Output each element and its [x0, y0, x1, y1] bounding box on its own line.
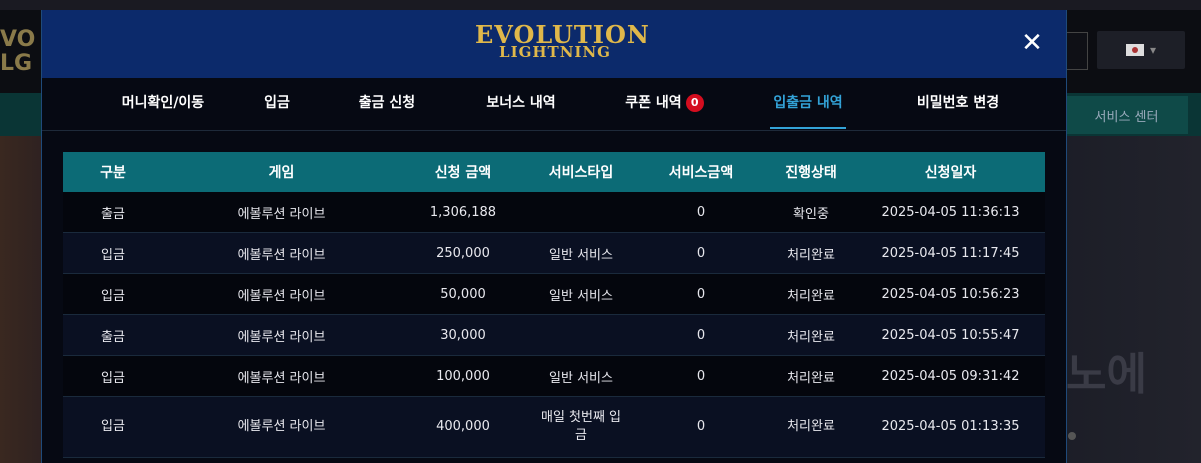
cell-status: 처리완료 [766, 273, 856, 315]
tab-change-password[interactable]: 비밀번호 변경 [908, 78, 1008, 130]
cell-game: 에볼루션 라이브 [163, 314, 400, 356]
cell-date: 2025-04-05 10:55:47 [856, 314, 1045, 356]
tab-label: 머니확인/이동 [121, 95, 205, 111]
tab-label: 비밀번호 변경 [916, 95, 1000, 111]
cell-game: 에볼루션 라이브 [163, 396, 400, 458]
cell-service-type [526, 192, 636, 233]
modal-header: EVOLUTION LIGHTNING ✕ [42, 10, 1066, 78]
tab-money-check[interactable]: 머니확인/이동 [108, 78, 218, 130]
table-header: 구분 게임 신청 금액 서비스타입 서비스금액 진행상태 신청일자 [63, 152, 1045, 192]
tab-withdraw-request[interactable]: 출금 신청 [347, 78, 427, 130]
cell-type: 입금 [63, 355, 163, 397]
coupon-count-badge: 0 [685, 94, 704, 112]
cell-service-amount: 0 [636, 273, 766, 315]
cell-service-type: 매일 첫번째 입금 [526, 396, 636, 458]
cell-status: 처리완료 [766, 232, 856, 274]
col-header-amount: 신청 금액 [400, 152, 526, 192]
table-row: 입금 에볼루션 라이브 50,000 일반 서비스 0 처리완료 2025-04… [63, 273, 1045, 315]
table-row: 출금 에볼루션 라이브 30,000 0 처리완료 2025-04-05 10:… [63, 314, 1045, 356]
brand-logo: EVOLUTION LIGHTNING [475, 22, 649, 61]
cell-amount: 100,000 [400, 355, 526, 397]
transaction-table: 구분 게임 신청 금액 서비스타입 서비스금액 진행상태 신청일자 출금 에볼루… [63, 152, 1045, 458]
col-header-game: 게임 [163, 152, 400, 192]
cell-amount: 30,000 [400, 314, 526, 356]
cell-service-type: 일반 서비스 [526, 232, 636, 274]
cell-date: 2025-04-05 11:36:13 [856, 192, 1045, 233]
service-center-button[interactable]: 서비스 센터 [1065, 96, 1188, 134]
cell-date: 2025-04-05 01:13:35 [856, 396, 1045, 458]
cell-service-type: 일반 서비스 [526, 355, 636, 397]
cell-status: 처리완료 [766, 396, 856, 458]
col-header-service-amount: 서비스금액 [636, 152, 766, 192]
cell-status: 확인중 [766, 192, 856, 233]
cell-service-type [526, 314, 636, 356]
site-search-box[interactable] [1065, 32, 1088, 70]
chevron-down-icon: ▾ [1149, 43, 1157, 57]
cell-status: 처리완료 [766, 355, 856, 397]
cell-date: 2025-04-05 09:31:42 [856, 355, 1045, 397]
tab-label: 출금 신청 [358, 95, 416, 111]
cell-game: 에볼루션 라이브 [163, 273, 400, 315]
cell-service-amount: 0 [636, 355, 766, 397]
cell-status: 처리완료 [766, 314, 856, 356]
col-header-date: 신청일자 [856, 152, 1045, 192]
tab-label: 입금 [264, 95, 290, 111]
table-body: 출금 에볼루션 라이브 1,306,188 0 확인중 2025-04-05 1… [63, 192, 1045, 458]
cell-amount: 50,000 [400, 273, 526, 315]
hero-text: 노에 [1066, 349, 1147, 400]
cell-amount: 400,000 [400, 396, 526, 458]
cell-game: 에볼루션 라이브 [163, 232, 400, 274]
korea-flag-icon [1125, 44, 1144, 56]
close-icon[interactable]: ✕ [1017, 28, 1047, 58]
cell-amount: 1,306,188 [400, 192, 526, 233]
cell-type: 출금 [63, 314, 163, 356]
site-logo: VO LG [0, 27, 36, 76]
cell-service-amount: 0 [636, 396, 766, 458]
cell-type: 입금 [63, 396, 163, 458]
cell-game: 에볼루션 라이브 [163, 192, 400, 233]
tab-label: 보너스 내역 [486, 95, 556, 111]
cell-service-type: 일반 서비스 [526, 273, 636, 315]
cell-service-amount: 0 [636, 232, 766, 274]
cell-type: 출금 [63, 192, 163, 233]
cell-type: 입금 [63, 273, 163, 315]
tab-transaction-history[interactable]: 입출금 내역 [770, 78, 846, 130]
col-header-type: 구분 [63, 152, 163, 192]
cell-service-amount: 0 [636, 314, 766, 356]
tab-bonus-history[interactable]: 보너스 내역 [476, 78, 566, 130]
cell-service-amount: 0 [636, 192, 766, 233]
tab-label: 쿠폰 내역 [625, 95, 682, 111]
language-selector[interactable]: ▾ [1097, 31, 1185, 69]
table-row: 출금 에볼루션 라이브 1,306,188 0 확인중 2025-04-05 1… [63, 192, 1045, 233]
cell-type: 입금 [63, 232, 163, 274]
col-header-service-type: 서비스타입 [526, 152, 636, 192]
table-row: 입금 에볼루션 라이브 400,000 매일 첫번째 입금 0 처리완료 202… [63, 396, 1045, 458]
transaction-history-modal: EVOLUTION LIGHTNING ✕ 머니확인/이동 입금 출금 신청 보… [41, 10, 1067, 463]
cell-date: 2025-04-05 11:17:45 [856, 232, 1045, 274]
table-row: 입금 에볼루션 라이브 100,000 일반 서비스 0 처리완료 2025-0… [63, 355, 1045, 397]
hero-dot [1068, 432, 1076, 440]
col-header-status: 진행상태 [766, 152, 856, 192]
cell-amount: 250,000 [400, 232, 526, 274]
modal-tabs: 머니확인/이동 입금 출금 신청 보너스 내역 쿠폰 내역 0 입출금 내역 비밀… [42, 78, 1066, 131]
tab-label: 입출금 내역 [773, 95, 843, 111]
transaction-table-wrapper: 구분 게임 신청 금액 서비스타입 서비스금액 진행상태 신청일자 출금 에볼루… [63, 152, 1045, 458]
table-row: 입금 에볼루션 라이브 250,000 일반 서비스 0 처리완료 2025-0… [63, 232, 1045, 274]
tab-coupon-history[interactable]: 쿠폰 내역 0 [617, 78, 712, 130]
tab-deposit[interactable]: 입금 [252, 78, 302, 130]
cell-game: 에볼루션 라이브 [163, 355, 400, 397]
cell-date: 2025-04-05 10:56:23 [856, 273, 1045, 315]
